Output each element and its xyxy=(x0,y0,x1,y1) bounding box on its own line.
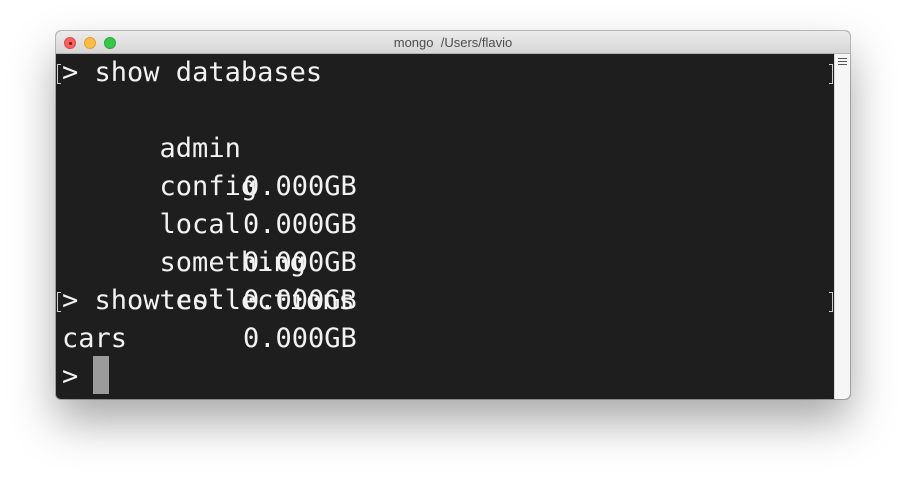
prompt-symbol: > xyxy=(62,361,79,392)
command-line: > show collections xyxy=(62,282,355,320)
database-row: something 0.000GB xyxy=(62,206,832,316)
mark-bracket-left xyxy=(57,64,61,84)
terminal-output[interactable]: > show databases admin 0.000GB config 0.… xyxy=(56,54,834,399)
prompt-symbol: > xyxy=(62,57,79,88)
current-prompt-line[interactable]: > xyxy=(62,358,78,396)
mark-bracket-right xyxy=(829,64,833,84)
text-cursor xyxy=(93,356,109,394)
command-text: show databases xyxy=(94,57,323,88)
terminal-window: mongo /Users/flavio > show databases adm… xyxy=(56,31,850,399)
mark-bracket-right xyxy=(829,292,833,312)
database-row: admin 0.000GB xyxy=(62,92,832,202)
scrollbar[interactable] xyxy=(834,54,850,399)
scroll-menu-icon[interactable] xyxy=(838,58,847,67)
database-row: local 0.000GB xyxy=(62,168,832,278)
title-bar[interactable]: mongo /Users/flavio xyxy=(56,31,850,54)
window-title: mongo /Users/flavio xyxy=(393,35,513,50)
command-text: show collections xyxy=(94,285,355,316)
command-line: > show databases xyxy=(62,54,322,92)
prompt-symbol: > xyxy=(62,285,79,316)
database-row: test 0.000GB xyxy=(62,244,832,354)
collection-row: cars xyxy=(62,320,127,358)
collection-name: cars xyxy=(62,323,128,354)
mark-bracket-left xyxy=(57,292,61,312)
database-row: config 0.000GB xyxy=(62,130,832,240)
database-size: 0.000GB xyxy=(243,323,357,354)
